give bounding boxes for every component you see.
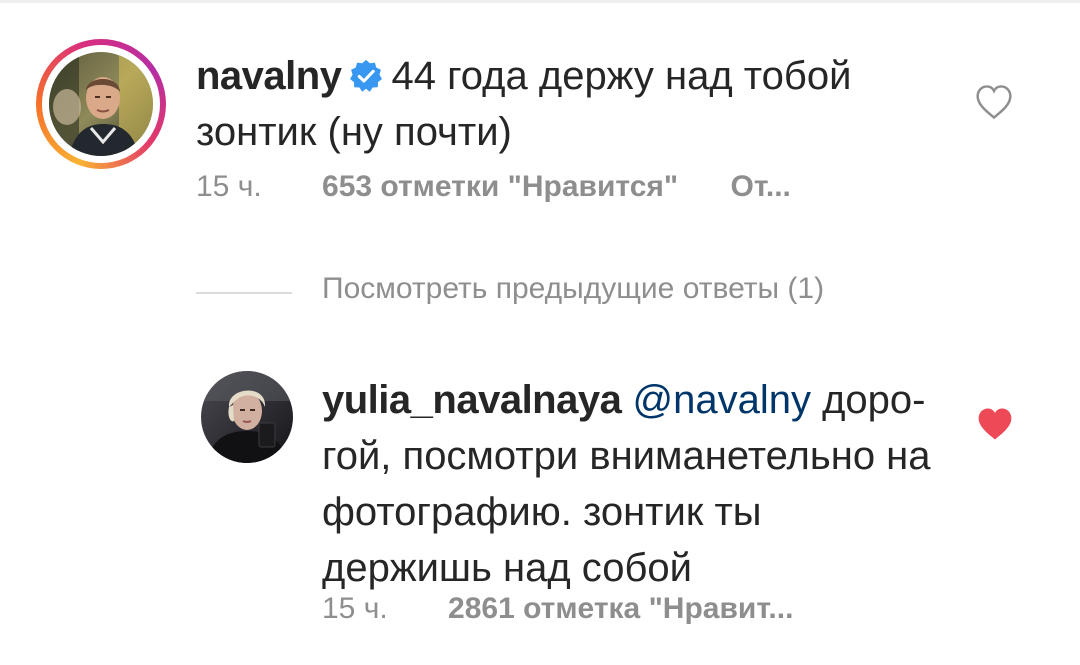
avatar-photo-image — [49, 52, 153, 156]
reply-mention-link[interactable]: @navalny — [632, 378, 810, 422]
main-comment-username[interactable]: navalny — [196, 54, 342, 98]
avatar-navalny — [49, 52, 153, 156]
reply-comment-time[interactable]: 15 ч. — [322, 592, 388, 625]
reply-comment-username[interactable]: yulia_navalnaya — [322, 378, 622, 422]
heart-outline-icon[interactable] — [974, 84, 1014, 120]
avatar-yulia-navalnaya[interactable] — [201, 371, 293, 463]
verified-badge-icon — [350, 59, 383, 92]
view-previous-replies-button[interactable]: Посмотреть предыдущие ответы (1) — [322, 272, 824, 306]
replies-divider-line — [196, 292, 292, 294]
reply-comment-meta: 15 ч. 2861 отметка "Нравит... — [322, 592, 793, 626]
reply-comment-text: yulia_navalnaya @navalny доро-гой, посмо… — [322, 372, 942, 596]
main-comment-text: navalny 44 года держу над тобой зонтик (… — [196, 48, 916, 160]
main-comment-likes[interactable]: 653 отметки "Нравится" — [322, 170, 678, 203]
main-comment-meta: 15 ч. 653 отметки "Нравится" От... — [196, 170, 791, 204]
avatar-photo-image — [201, 371, 293, 463]
main-comment-time[interactable]: 15 ч. — [196, 170, 262, 203]
main-comment-reply-button[interactable]: От... — [730, 170, 790, 203]
top-divider — [0, 0, 1080, 3]
heart-filled-icon[interactable] — [975, 406, 1015, 442]
reply-comment-likes[interactable]: 2861 отметка "Нравит... — [448, 592, 793, 625]
story-ring-avatar[interactable] — [36, 39, 166, 169]
